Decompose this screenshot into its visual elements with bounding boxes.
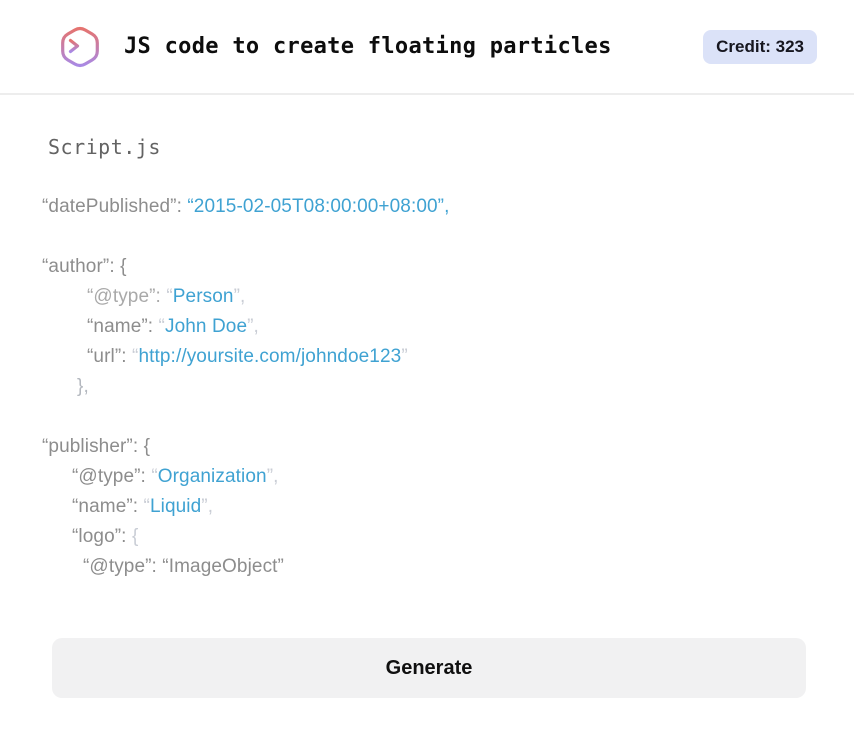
code-line: “@type”: “Organization”, xyxy=(42,462,808,492)
code-line: “@type”: “ImageObject” xyxy=(42,552,808,582)
code-segment: “name”: xyxy=(72,496,144,517)
code-segment: ” xyxy=(401,346,408,367)
code-line: “name”: “John Doe”, xyxy=(42,312,808,342)
code-line: “datePublished”: “2015-02-05T08:00:00+08… xyxy=(42,192,808,222)
code-segment: “@type”: xyxy=(87,286,167,307)
code-segment: “@type”: “ImageObject” xyxy=(83,556,284,577)
code-line: “url”: “http://yoursite.com/johndoe123” xyxy=(42,342,808,372)
code-segment: “@type”: xyxy=(72,466,152,487)
code-line: }, xyxy=(42,372,808,402)
code-line: “logo”: { xyxy=(42,522,808,552)
credit-badge: Credit: 323 xyxy=(703,29,817,64)
code-segment: “publisher”: { xyxy=(42,436,151,457)
code-segment: “name”: xyxy=(87,316,159,337)
code-segment: ”, xyxy=(233,286,246,307)
code-segment: “2015-02-05T08:00:00+08:00”, xyxy=(187,196,450,217)
code-segment: “author”: { xyxy=(42,256,127,277)
filename-heading: Script.js xyxy=(48,135,161,159)
code-segment: “url”: xyxy=(87,346,133,367)
code-segment: Organization xyxy=(157,466,267,487)
page-title: JS code to create floating particles xyxy=(124,34,612,59)
terminal-hexagon-icon xyxy=(56,23,104,71)
code-segment: }, xyxy=(77,376,89,397)
code-segment: { xyxy=(131,526,139,547)
app-header: JS code to create floating particles Cre… xyxy=(0,0,854,95)
code-line: “author”: { xyxy=(42,252,808,282)
code-segment: Liquid xyxy=(149,496,202,517)
code-segment: ”, xyxy=(266,466,279,487)
code-segment: Person xyxy=(172,286,234,307)
code-segment: “logo”: xyxy=(72,526,132,547)
code-segment: ”, xyxy=(247,316,259,337)
code-block: “datePublished”: “2015-02-05T08:00:00+08… xyxy=(42,192,808,582)
code-segment: http://yoursite.com/johndoe123 xyxy=(138,346,402,367)
generate-button[interactable]: Generate xyxy=(52,638,806,698)
editor-panel: Script.js “datePublished”: “2015-02-05T0… xyxy=(0,95,854,582)
code-segment: “datePublished”: xyxy=(42,196,188,217)
code-segment: ”, xyxy=(201,496,214,517)
code-line: “@type”: “Person”, xyxy=(42,282,808,312)
code-line: “publisher”: { xyxy=(42,432,808,462)
code-segment: John Doe xyxy=(164,316,248,337)
code-line: “name”: “Liquid”, xyxy=(42,492,808,522)
